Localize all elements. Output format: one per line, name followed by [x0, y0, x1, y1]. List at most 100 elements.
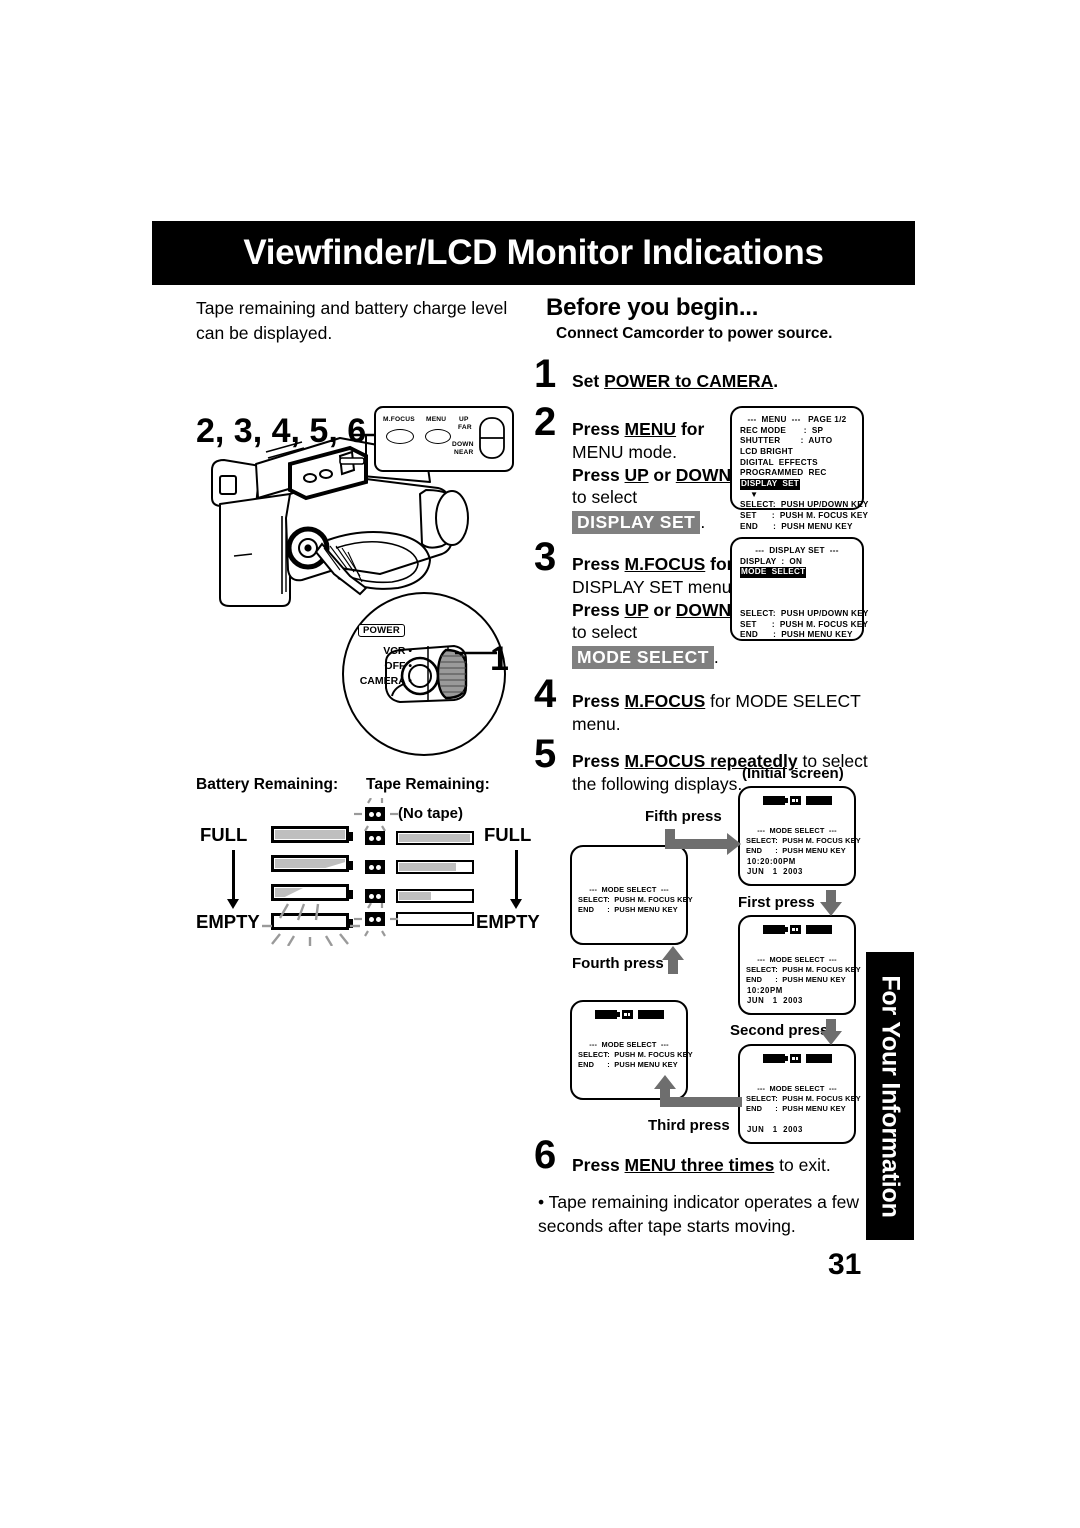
tape-down-arrow-icon: [510, 850, 522, 909]
flow-end-initial: END : PUSH MENU KEY: [746, 845, 846, 855]
flow-stamp-initial: 10:20:00PM JUN 1 2003: [747, 856, 803, 877]
flow-select-second: SELECT: PUSH M. FOCUS KEY: [746, 1093, 861, 1103]
page-title: Viewfinder/LCD Monitor Indications: [243, 233, 824, 272]
step-1-text-a: Set: [572, 371, 605, 391]
battery-down-arrow-icon: [227, 850, 239, 909]
button-detail-callout: M.FOCUS MENU UP FAR DOWN NEAR: [374, 406, 514, 472]
mini-tape-bar-icon: [805, 796, 832, 805]
flow-end-fourth: END : PUSH MENU KEY: [578, 904, 678, 914]
mini-tape-bar-icon: [805, 925, 832, 934]
menu-row-rec-mode: REC MODE : SP: [740, 425, 824, 435]
step-body: Set POWER to CAMERA.: [572, 360, 934, 393]
up-label: UP: [459, 416, 469, 423]
steps-callout-numbers: 2, 3, 4, 5, 6: [196, 412, 366, 451]
tape-bar-empty: [396, 912, 474, 926]
menu-button-label: MENU: [426, 416, 447, 423]
fifth-press-arrow-head: [727, 833, 741, 855]
tape-bar-mid: [396, 889, 474, 903]
flow-screen-initial: --- MODE SELECT --- SELECT: PUSH M. FOCU…: [738, 786, 861, 886]
step-number: 3: [534, 535, 557, 579]
second-press-label: Second press: [730, 1022, 829, 1039]
page-title-bar: Viewfinder/LCD Monitor Indications: [152, 221, 915, 285]
tape-remaining-heading: Tape Remaining:: [366, 776, 490, 793]
mini-cassette-icon: [789, 925, 801, 934]
rocker-switch-icon[interactable]: [478, 416, 506, 460]
step-1-text-c: .: [773, 371, 779, 391]
step-4-text-c: for MODE SELECT: [705, 691, 861, 711]
fifth-press-label: Fifth press: [645, 808, 722, 825]
cassette-icon-1: [365, 831, 385, 845]
fifth-press-arrow-stem-h: [665, 839, 727, 849]
step-3-key-up: UP: [624, 599, 649, 620]
flow-title-second: --- MODE SELECT ---: [757, 1084, 837, 1093]
flow-select-third: SELECT: PUSH M. FOCUS KEY: [578, 1049, 693, 1059]
step-5-text-a: Press: [572, 751, 625, 771]
step-body: Press M.FOCUS for MODE SELECT menu.: [572, 680, 934, 736]
flow-select-initial: SELECT: PUSH M. FOCUS KEY: [746, 835, 861, 845]
before-heading: Before you begin...: [546, 294, 759, 321]
before-you-begin: Before you begin... Connect Camcorder to…: [546, 294, 926, 343]
third-press-arrow-head: [654, 1075, 676, 1089]
display-set-title: --- DISPLAY SET ---: [755, 546, 839, 555]
side-tab-label: For Your Information: [876, 974, 905, 1218]
flow-select-fourth: SELECT: PUSH M. FOCUS KEY: [578, 894, 693, 904]
step-2-text-d: Press: [572, 464, 625, 485]
fourth-press-label: Fourth press: [572, 955, 664, 972]
no-tape-label: (No tape): [398, 805, 463, 822]
step-3-menu-item: MODE SELECT: [572, 646, 714, 669]
fourth-press-arrow-head: [662, 946, 684, 960]
mini-battery-icon: [762, 1054, 788, 1063]
step-number: 5: [534, 732, 557, 776]
flow-icons-second: [746, 1052, 848, 1065]
display-set-footer-set: SET : PUSH M. FOCUS KEY: [740, 619, 869, 629]
mini-battery-icon: [762, 925, 788, 934]
near-label: NEAR: [454, 449, 474, 456]
tape-bar-high: [396, 860, 474, 874]
flow-screen-first: --- MODE SELECT --- SELECT: PUSH M. FOCU…: [738, 915, 861, 1015]
step-3-period: .: [713, 647, 719, 667]
flow-title-initial: --- MODE SELECT ---: [757, 826, 837, 835]
step-3-key-down: DOWN: [675, 599, 732, 620]
first-press-arrow-head: [820, 902, 842, 916]
step-number: 4: [534, 672, 557, 716]
step-1: 1 Set POWER to CAMERA.: [534, 354, 934, 406]
mini-cassette-icon: [789, 1054, 801, 1063]
mfocus-button-icon[interactable]: [386, 429, 414, 444]
display-set-footer-select: SELECT: PUSH UP/DOWN KEY: [740, 608, 869, 618]
step-2-text-e: or: [648, 464, 676, 485]
intro-text: Tape remaining and battery charge level …: [196, 298, 508, 343]
step-3-text-d: Press: [572, 599, 625, 620]
step-number: 2: [534, 400, 557, 444]
battery-icon-three-quarter: [271, 855, 353, 872]
step-2-key-menu: MENU: [624, 419, 677, 439]
step-2-period: .: [700, 512, 706, 532]
step-4: 4 Press M.FOCUS for MODE SELECT menu.: [534, 674, 934, 738]
tape-empty-flash-rays-icon: [354, 903, 398, 937]
cassette-icon-2: [365, 860, 385, 874]
display-set-footer-end: END : PUSH MENU KEY: [740, 630, 853, 640]
step-number: 6: [534, 1133, 557, 1177]
step-4-key-mfocus: M.FOCUS: [624, 691, 706, 711]
menu-screen-title: --- MENU --- PAGE 1/2: [747, 415, 847, 424]
step-6-text-c: to exit.: [774, 1155, 831, 1175]
menu-button-icon[interactable]: [425, 429, 451, 444]
battery-icon-full: [271, 826, 353, 843]
power-callout-number: 1: [490, 640, 509, 678]
step-2-menu-item: DISPLAY SET: [572, 511, 701, 534]
step-2-text-a: Press: [572, 419, 625, 439]
step-2-key-up: UP: [624, 464, 649, 485]
power-tag-label: POWER: [358, 624, 405, 637]
flow-icons-first: [746, 923, 848, 936]
fourth-press-arrow-stem: [668, 958, 678, 974]
battery-empty-label: EMPTY: [196, 911, 260, 932]
mini-battery-icon: [762, 796, 788, 805]
menu-footer-set: SET : PUSH M. FOCUS KEY: [740, 510, 869, 520]
flow-icons-third: [578, 1008, 680, 1021]
flow-end-third: END : PUSH MENU KEY: [578, 1059, 678, 1069]
battery-full-label: FULL: [200, 824, 248, 845]
step-2-key-down: DOWN: [675, 464, 732, 485]
step-6-text-a: Press: [572, 1155, 625, 1175]
second-press-arrow-head: [820, 1031, 842, 1045]
third-press-arrow-stem-v: [660, 1087, 670, 1105]
manual-page: Viewfinder/LCD Monitor Indications Tape …: [0, 0, 1080, 1528]
